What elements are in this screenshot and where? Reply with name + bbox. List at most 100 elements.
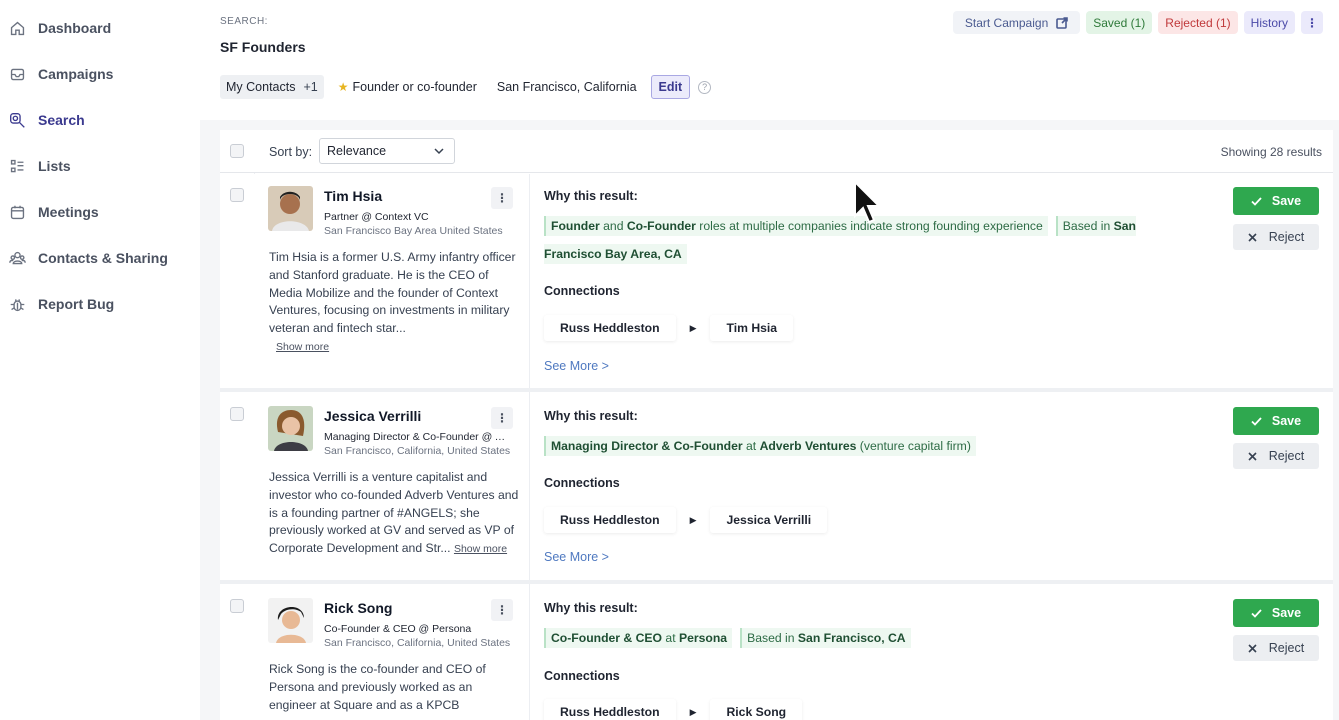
filter-chip-label: Founder or co-founder xyxy=(352,80,477,94)
close-icon xyxy=(1248,451,1257,461)
reject-button[interactable]: Reject xyxy=(1233,443,1319,469)
sidebar-item-label: Campaigns xyxy=(38,66,114,82)
arrow-right-icon: ▶ xyxy=(689,706,697,717)
avatar xyxy=(268,186,313,231)
help-icon[interactable]: ? xyxy=(698,80,712,94)
save-button[interactable]: Save xyxy=(1233,599,1319,627)
users-icon xyxy=(8,249,26,267)
connections-label: Connections xyxy=(544,476,620,490)
why-label: Why this result: xyxy=(544,409,638,423)
rejected-button[interactable]: Rejected (1) xyxy=(1158,11,1238,34)
avatar xyxy=(268,406,313,451)
connection-node[interactable]: Russ Heddleston xyxy=(544,315,676,341)
result-row: Rick Song Co-Founder & CEO @ Persona San… xyxy=(220,584,1333,720)
reason-text: Co-Founder & CEO at Persona Based in San … xyxy=(544,624,1154,652)
reject-label: Reject xyxy=(1268,641,1305,655)
connection-path: Russ Heddleston ▶ Rick Song xyxy=(544,699,803,720)
connection-node[interactable]: Jessica Verrilli xyxy=(710,507,828,533)
save-label: Save xyxy=(1271,606,1302,620)
connection-node[interactable]: Rick Song xyxy=(710,699,803,720)
why-label: Why this result: xyxy=(544,601,638,615)
show-more-link[interactable]: Show more xyxy=(276,341,329,353)
person-location: San Francisco, California, United States xyxy=(324,445,511,457)
row-menu-icon[interactable]: ⋮ xyxy=(491,187,513,209)
top-actions: Start Campaign Saved (1) Rejected (1) Hi… xyxy=(952,11,1323,34)
connection-path: Russ Heddleston ▶ Jessica Verrilli xyxy=(544,507,828,533)
home-icon xyxy=(8,19,26,37)
more-options-icon[interactable]: ⋮ xyxy=(1301,11,1323,34)
person-location: San Francisco, California, United States xyxy=(324,637,511,649)
show-more-link[interactable]: Show more xyxy=(454,543,507,555)
column-divider xyxy=(529,174,530,388)
sidebar-item-label: Contacts & Sharing xyxy=(38,250,168,266)
person-name[interactable]: Rick Song xyxy=(324,600,392,616)
sort-value: Relevance xyxy=(327,144,387,158)
row-checkbox[interactable] xyxy=(230,599,244,613)
sidebar-item-report-bug[interactable]: Report Bug xyxy=(8,292,114,316)
start-campaign-button[interactable]: Start Campaign xyxy=(952,11,1081,34)
reject-button[interactable]: Reject xyxy=(1233,224,1319,250)
column-divider xyxy=(529,584,530,720)
edit-filters-button[interactable]: Edit xyxy=(650,75,691,99)
connection-node[interactable]: Russ Heddleston xyxy=(544,699,676,720)
person-name[interactable]: Jessica Verrilli xyxy=(324,408,421,424)
result-row: Jessica Verrilli Managing Director & Co-… xyxy=(220,392,1333,580)
mouse-cursor-icon xyxy=(854,180,882,224)
saved-button[interactable]: Saved (1) xyxy=(1086,11,1153,34)
filter-chip-location[interactable]: San Francisco, California xyxy=(490,75,643,99)
sidebar-item-dashboard[interactable]: Dashboard xyxy=(8,16,111,40)
connection-node[interactable]: Russ Heddleston xyxy=(544,507,676,533)
see-more-link[interactable]: See More > xyxy=(544,550,609,564)
sidebar-item-meetings[interactable]: Meetings xyxy=(8,200,99,224)
check-icon xyxy=(1251,196,1262,206)
sidebar-item-contacts-sharing[interactable]: Contacts & Sharing xyxy=(8,246,168,270)
see-more-link[interactable]: See More > xyxy=(544,359,609,373)
person-bio: Jessica Verrilli is a venture capitalist… xyxy=(269,469,519,559)
filter-chip-label: My Contacts xyxy=(226,80,296,94)
sidebar-item-label: Meetings xyxy=(38,204,99,220)
row-menu-icon[interactable]: ⋮ xyxy=(491,407,513,429)
close-icon xyxy=(1248,643,1257,653)
sidebar-item-campaigns[interactable]: Campaigns xyxy=(8,62,113,86)
reason-text: Founder and Co-Founder roles at multiple… xyxy=(544,212,1154,268)
filter-chip-contacts[interactable]: My Contacts +1 xyxy=(220,75,324,99)
reject-button[interactable]: Reject xyxy=(1233,635,1319,661)
results-count: Showing 28 results xyxy=(1220,145,1322,159)
arrow-right-icon: ▶ xyxy=(689,514,697,525)
person-bio-text: Rick Song is the co-founder and CEO of P… xyxy=(269,662,486,712)
row-menu-icon[interactable]: ⋮ xyxy=(491,599,513,621)
inbox-icon xyxy=(8,65,26,83)
sort-select[interactable]: Relevance xyxy=(319,138,455,164)
person-name[interactable]: Tim Hsia xyxy=(324,188,382,204)
arrow-right-icon: ▶ xyxy=(689,322,697,333)
connection-node[interactable]: Tim Hsia xyxy=(710,315,794,341)
list-icon xyxy=(8,157,26,175)
start-campaign-label: Start Campaign xyxy=(964,15,1049,30)
sidebar-item-label: Lists xyxy=(38,158,71,174)
bug-icon xyxy=(8,295,26,313)
result-row: Tim Hsia Partner @ Context VC San Franci… xyxy=(220,174,1333,388)
row-checkbox[interactable] xyxy=(230,188,244,202)
star-icon: ★ xyxy=(337,80,349,94)
why-label: Why this result: xyxy=(544,189,638,203)
person-title: Partner @ Context VC xyxy=(324,211,429,223)
search-icon xyxy=(8,111,26,129)
select-all-checkbox[interactable] xyxy=(230,144,244,158)
row-checkbox[interactable] xyxy=(230,407,244,421)
sidebar-item-search[interactable]: Search xyxy=(8,108,85,132)
connections-label: Connections xyxy=(544,669,620,683)
person-bio: Tim Hsia is a former U.S. Army infantry … xyxy=(269,249,519,338)
results-table: Sort by: Relevance Showing 28 results Ti… xyxy=(220,130,1333,720)
close-icon xyxy=(1248,232,1257,242)
results-header: Sort by: Relevance Showing 28 results xyxy=(220,130,1333,173)
filter-chip-role[interactable]: ★ Founder or co-founder xyxy=(331,75,483,99)
person-bio: Rick Song is the co-founder and CEO of P… xyxy=(269,661,519,714)
history-button[interactable]: History xyxy=(1243,11,1295,34)
person-location: San Francisco Bay Area United States xyxy=(324,225,503,237)
save-button[interactable]: Save xyxy=(1233,407,1319,435)
main-content: SEARCH: SF Founders Start Campaign Saved… xyxy=(200,0,1339,720)
column-divider xyxy=(529,392,530,580)
save-button[interactable]: Save xyxy=(1233,187,1319,215)
reason-tag: Founder and Co-Founder roles at multiple… xyxy=(544,216,1048,236)
sidebar-item-lists[interactable]: Lists xyxy=(8,154,71,178)
